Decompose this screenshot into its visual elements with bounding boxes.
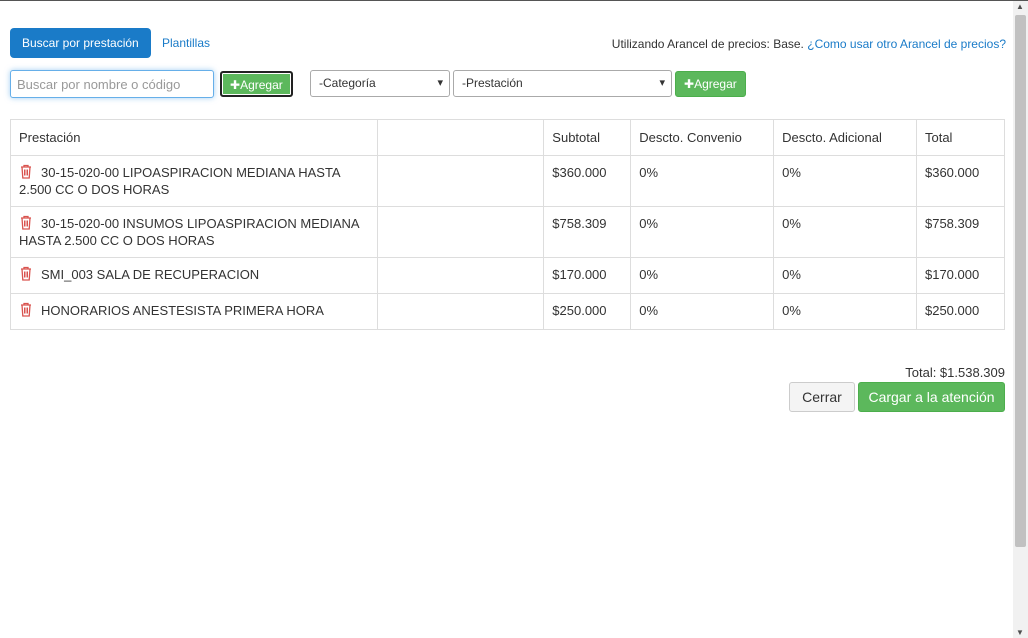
vertical-scrollbar[interactable]: ▲ ▼ [1013,1,1028,638]
subtotal-cell: $360.000 [543,155,632,207]
prestacion-name: 30-15-020-00 LIPOASPIRACION MEDIANA HAST… [19,165,340,197]
tab-plantillas[interactable]: Plantillas [162,28,210,58]
prestacion-cell: HONORARIOS ANESTESISTA PRIMERA HORA [10,293,378,330]
prestacion-cell: SMI_003 SALA DE RECUPERACION [10,257,378,294]
empty-cell [376,257,545,294]
category-select[interactable]: -Categoría ▾ [310,70,450,97]
prestacion-select[interactable]: -Prestación ▾ [453,70,672,97]
add-search-button[interactable]: ✚Agregar [220,71,293,97]
prestacion-name: 30-15-020-00 INSUMOS LIPOASPIRACION MEDI… [19,216,359,248]
prestacion-name: SMI_003 SALA DE RECUPERACION [41,267,260,282]
convenio-cell: 0% [630,293,775,330]
plus-icon: ✚ [684,77,695,91]
column-header: Subtotal [543,119,632,156]
total-cell: $250.000 [915,293,1006,330]
prestacion-cell: 30-15-020-00 INSUMOS LIPOASPIRACION MEDI… [10,206,378,258]
table-row: HONORARIOS ANESTESISTA PRIMERA HORA $250… [10,293,1006,330]
column-header [376,119,545,156]
load-to-attention-button[interactable]: Cargar a la atención [858,382,1005,412]
trash-icon[interactable] [19,164,33,182]
scroll-thumb[interactable] [1015,15,1026,547]
table-row: SMI_003 SALA DE RECUPERACION $170.000 0%… [10,257,1006,294]
subtotal-cell: $250.000 [543,293,632,330]
adicional-cell: 0% [773,155,917,207]
scroll-up-arrow-icon[interactable]: ▲ [1016,2,1024,11]
tab-bar: Buscar por prestación Plantillas Utiliza… [10,28,1006,60]
table-row: 30-15-020-00 LIPOASPIRACION MEDIANA HAST… [10,155,1006,207]
column-header: Prestación [10,119,378,156]
prestacion-name: HONORARIOS ANESTESISTA PRIMERA HORA [41,303,324,318]
arancel-info: Utilizando Arancel de precios: Base. ¿Co… [612,28,1006,60]
empty-cell [376,293,545,330]
prestacion-cell: 30-15-020-00 LIPOASPIRACION MEDIANA HAST… [10,155,378,207]
convenio-cell: 0% [630,206,775,258]
arancel-text: Utilizando Arancel de precios: Base. [611,37,804,51]
tab-buscar-por-prestacion[interactable]: Buscar por prestación [10,28,151,58]
prestaciones-table: Prestación Subtotal Descto. Convenio Des… [10,119,1006,330]
total-cell: $758.309 [915,206,1006,258]
column-header: Descto. Adicional [773,119,917,156]
column-header: Descto. Convenio [630,119,775,156]
subtotal-cell: $758.309 [543,206,632,258]
scroll-down-arrow-icon[interactable]: ▼ [1016,628,1024,637]
column-header: Total [915,119,1006,156]
arancel-help-link[interactable]: ¿Como usar otro Arancel de precios? [807,37,1006,51]
adicional-cell: 0% [773,293,917,330]
trash-icon[interactable] [19,302,33,320]
total-cell: $360.000 [915,155,1006,207]
convenio-cell: 0% [630,155,775,207]
close-button[interactable]: Cerrar [789,382,855,412]
total-cell: $170.000 [915,257,1006,294]
search-row: ✚Agregar -Categoría ▾ -Prestación ▾ ✚Agr… [10,70,1006,100]
chevron-down-icon: ▾ [437,77,443,89]
trash-icon[interactable] [19,266,33,284]
trash-icon[interactable] [19,215,33,233]
table-header-row: Prestación Subtotal Descto. Convenio Des… [10,119,1006,156]
empty-cell [376,206,545,258]
search-input[interactable] [10,70,214,98]
table-row: 30-15-020-00 INSUMOS LIPOASPIRACION MEDI… [10,206,1006,258]
grand-total: Total: $1.538.309 [905,365,1005,380]
subtotal-cell: $170.000 [543,257,632,294]
chevron-down-icon: ▾ [659,77,665,89]
adicional-cell: 0% [773,257,917,294]
convenio-cell: 0% [630,257,775,294]
plus-icon: ✚ [230,78,241,92]
empty-cell [376,155,545,207]
adicional-cell: 0% [773,206,917,258]
add-prestacion-button[interactable]: ✚Agregar [675,71,746,97]
